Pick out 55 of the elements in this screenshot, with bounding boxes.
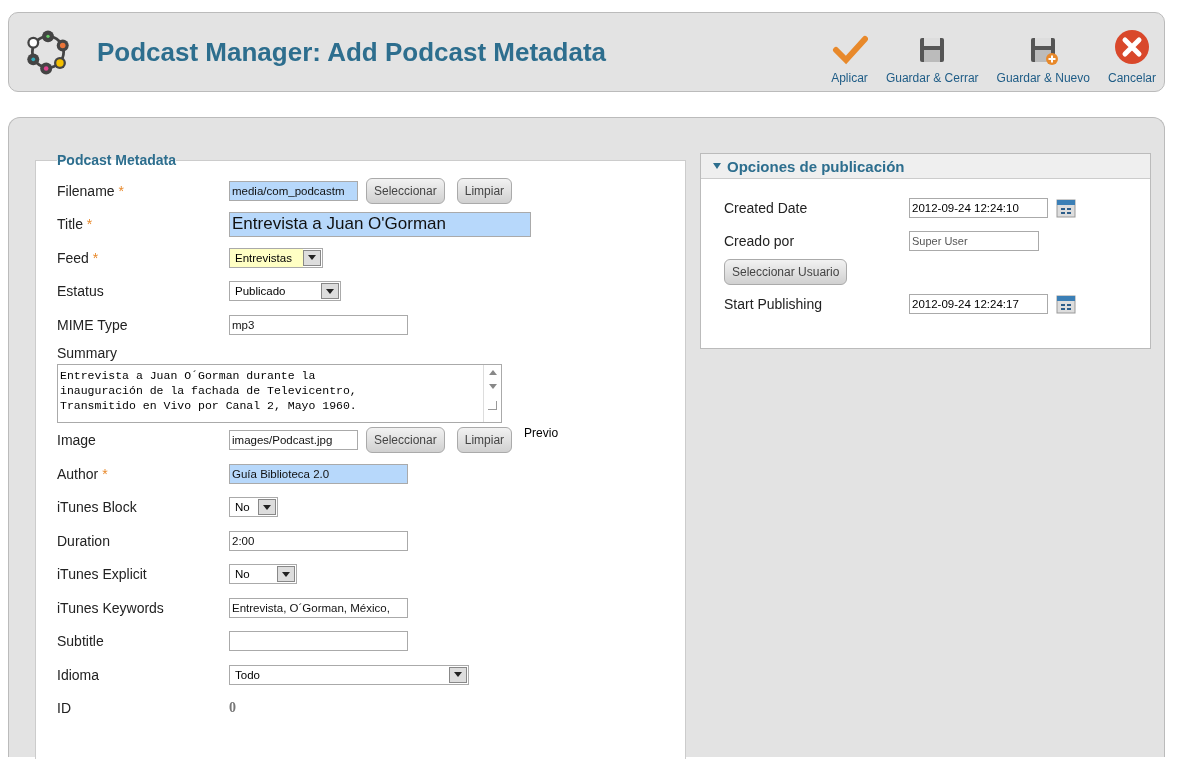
field-label: iTunes Explicit bbox=[57, 566, 148, 583]
form-button[interactable]: Limpiar bbox=[456, 177, 513, 204]
text-field[interactable] bbox=[229, 631, 408, 652]
field-label: Created Date bbox=[724, 199, 809, 216]
dropdown[interactable]: No bbox=[229, 497, 278, 518]
dropdown[interactable]: Entrevistas bbox=[229, 247, 323, 268]
field-label: Image bbox=[57, 432, 97, 449]
field-label: Estatus bbox=[57, 283, 105, 300]
field-label: Summary bbox=[57, 344, 118, 361]
close-icon bbox=[1114, 29, 1150, 65]
toolbar-button[interactable]: Guardar & Nuevo bbox=[996, 35, 1090, 85]
field-label: iTunes Block bbox=[57, 499, 138, 516]
dropdown[interactable]: No bbox=[229, 564, 297, 585]
panel-title: Opciones de publicación bbox=[727, 157, 905, 175]
text-field[interactable]: media/com_podcastm bbox=[229, 180, 358, 201]
field-label: Subtitle bbox=[57, 633, 105, 650]
user-field[interactable]: Super User bbox=[909, 230, 1039, 251]
field-label: Start Publishing bbox=[724, 295, 824, 312]
select-user-button[interactable]: Seleccionar Usuario bbox=[724, 259, 848, 285]
form-button[interactable]: Limpiar bbox=[456, 427, 513, 454]
id-value: 0 bbox=[229, 700, 236, 717]
date-field[interactable]: 2012-09-24 12:24:17 bbox=[909, 293, 1048, 314]
field-label: MIME Type bbox=[57, 316, 129, 333]
toolbar-button[interactable]: Aplicar bbox=[831, 35, 868, 85]
floppy-disk-plus-icon bbox=[1028, 35, 1059, 65]
field-label: Duration bbox=[57, 532, 111, 549]
summary-textarea[interactable]: Entrevista a Juan O´Gorman durante la inauguración de la fachada de Televicentro, Transmitido en Vivo por Canal 2, Mayo 1960. bbox=[57, 363, 502, 423]
field-label: iTunes Keywords bbox=[57, 599, 165, 616]
checkmark-icon bbox=[831, 35, 868, 65]
dropdown[interactable]: Publicado bbox=[229, 281, 341, 302]
field-label: Author * bbox=[57, 465, 109, 482]
field-label: ID bbox=[57, 700, 72, 717]
date-field[interactable]: 2012-09-24 12:24:10 bbox=[909, 197, 1048, 218]
text-field[interactable]: images/Podcast.jpg bbox=[229, 430, 358, 451]
toolbar-button[interactable]: Cancelar bbox=[1107, 29, 1156, 85]
preview-label: Previo bbox=[524, 425, 559, 440]
text-field[interactable]: 2:00 bbox=[229, 530, 408, 551]
text-field[interactable]: Entrevista, O´Gorman, México, bbox=[229, 597, 408, 618]
text-field[interactable]: mp3 bbox=[229, 314, 408, 335]
text-field[interactable]: Entrevista a Juan O'Gorman bbox=[229, 211, 531, 237]
text-field[interactable]: Guía Biblioteca 2.0 bbox=[229, 463, 408, 484]
field-label: Idioma bbox=[57, 666, 101, 683]
dropdown[interactable]: Todo bbox=[229, 664, 469, 685]
form-button[interactable]: Seleccionar bbox=[366, 177, 445, 204]
field-label: Feed * bbox=[57, 249, 100, 266]
field-label: Title * bbox=[57, 216, 94, 233]
calendar-icon[interactable] bbox=[1056, 293, 1076, 314]
toolbar-button[interactable]: Guardar & Cerrar bbox=[885, 35, 979, 85]
form-button[interactable]: Seleccionar bbox=[366, 427, 445, 454]
field-label: Filename * bbox=[57, 182, 125, 199]
page-title: Podcast Manager: Add Podcast Metadata bbox=[97, 36, 608, 68]
fieldset-legend: Podcast Metadata bbox=[57, 152, 177, 168]
calendar-icon[interactable] bbox=[1056, 197, 1076, 218]
panel-header[interactable]: Opciones de publicación bbox=[701, 154, 1150, 179]
field-label: Creado por bbox=[724, 232, 796, 249]
